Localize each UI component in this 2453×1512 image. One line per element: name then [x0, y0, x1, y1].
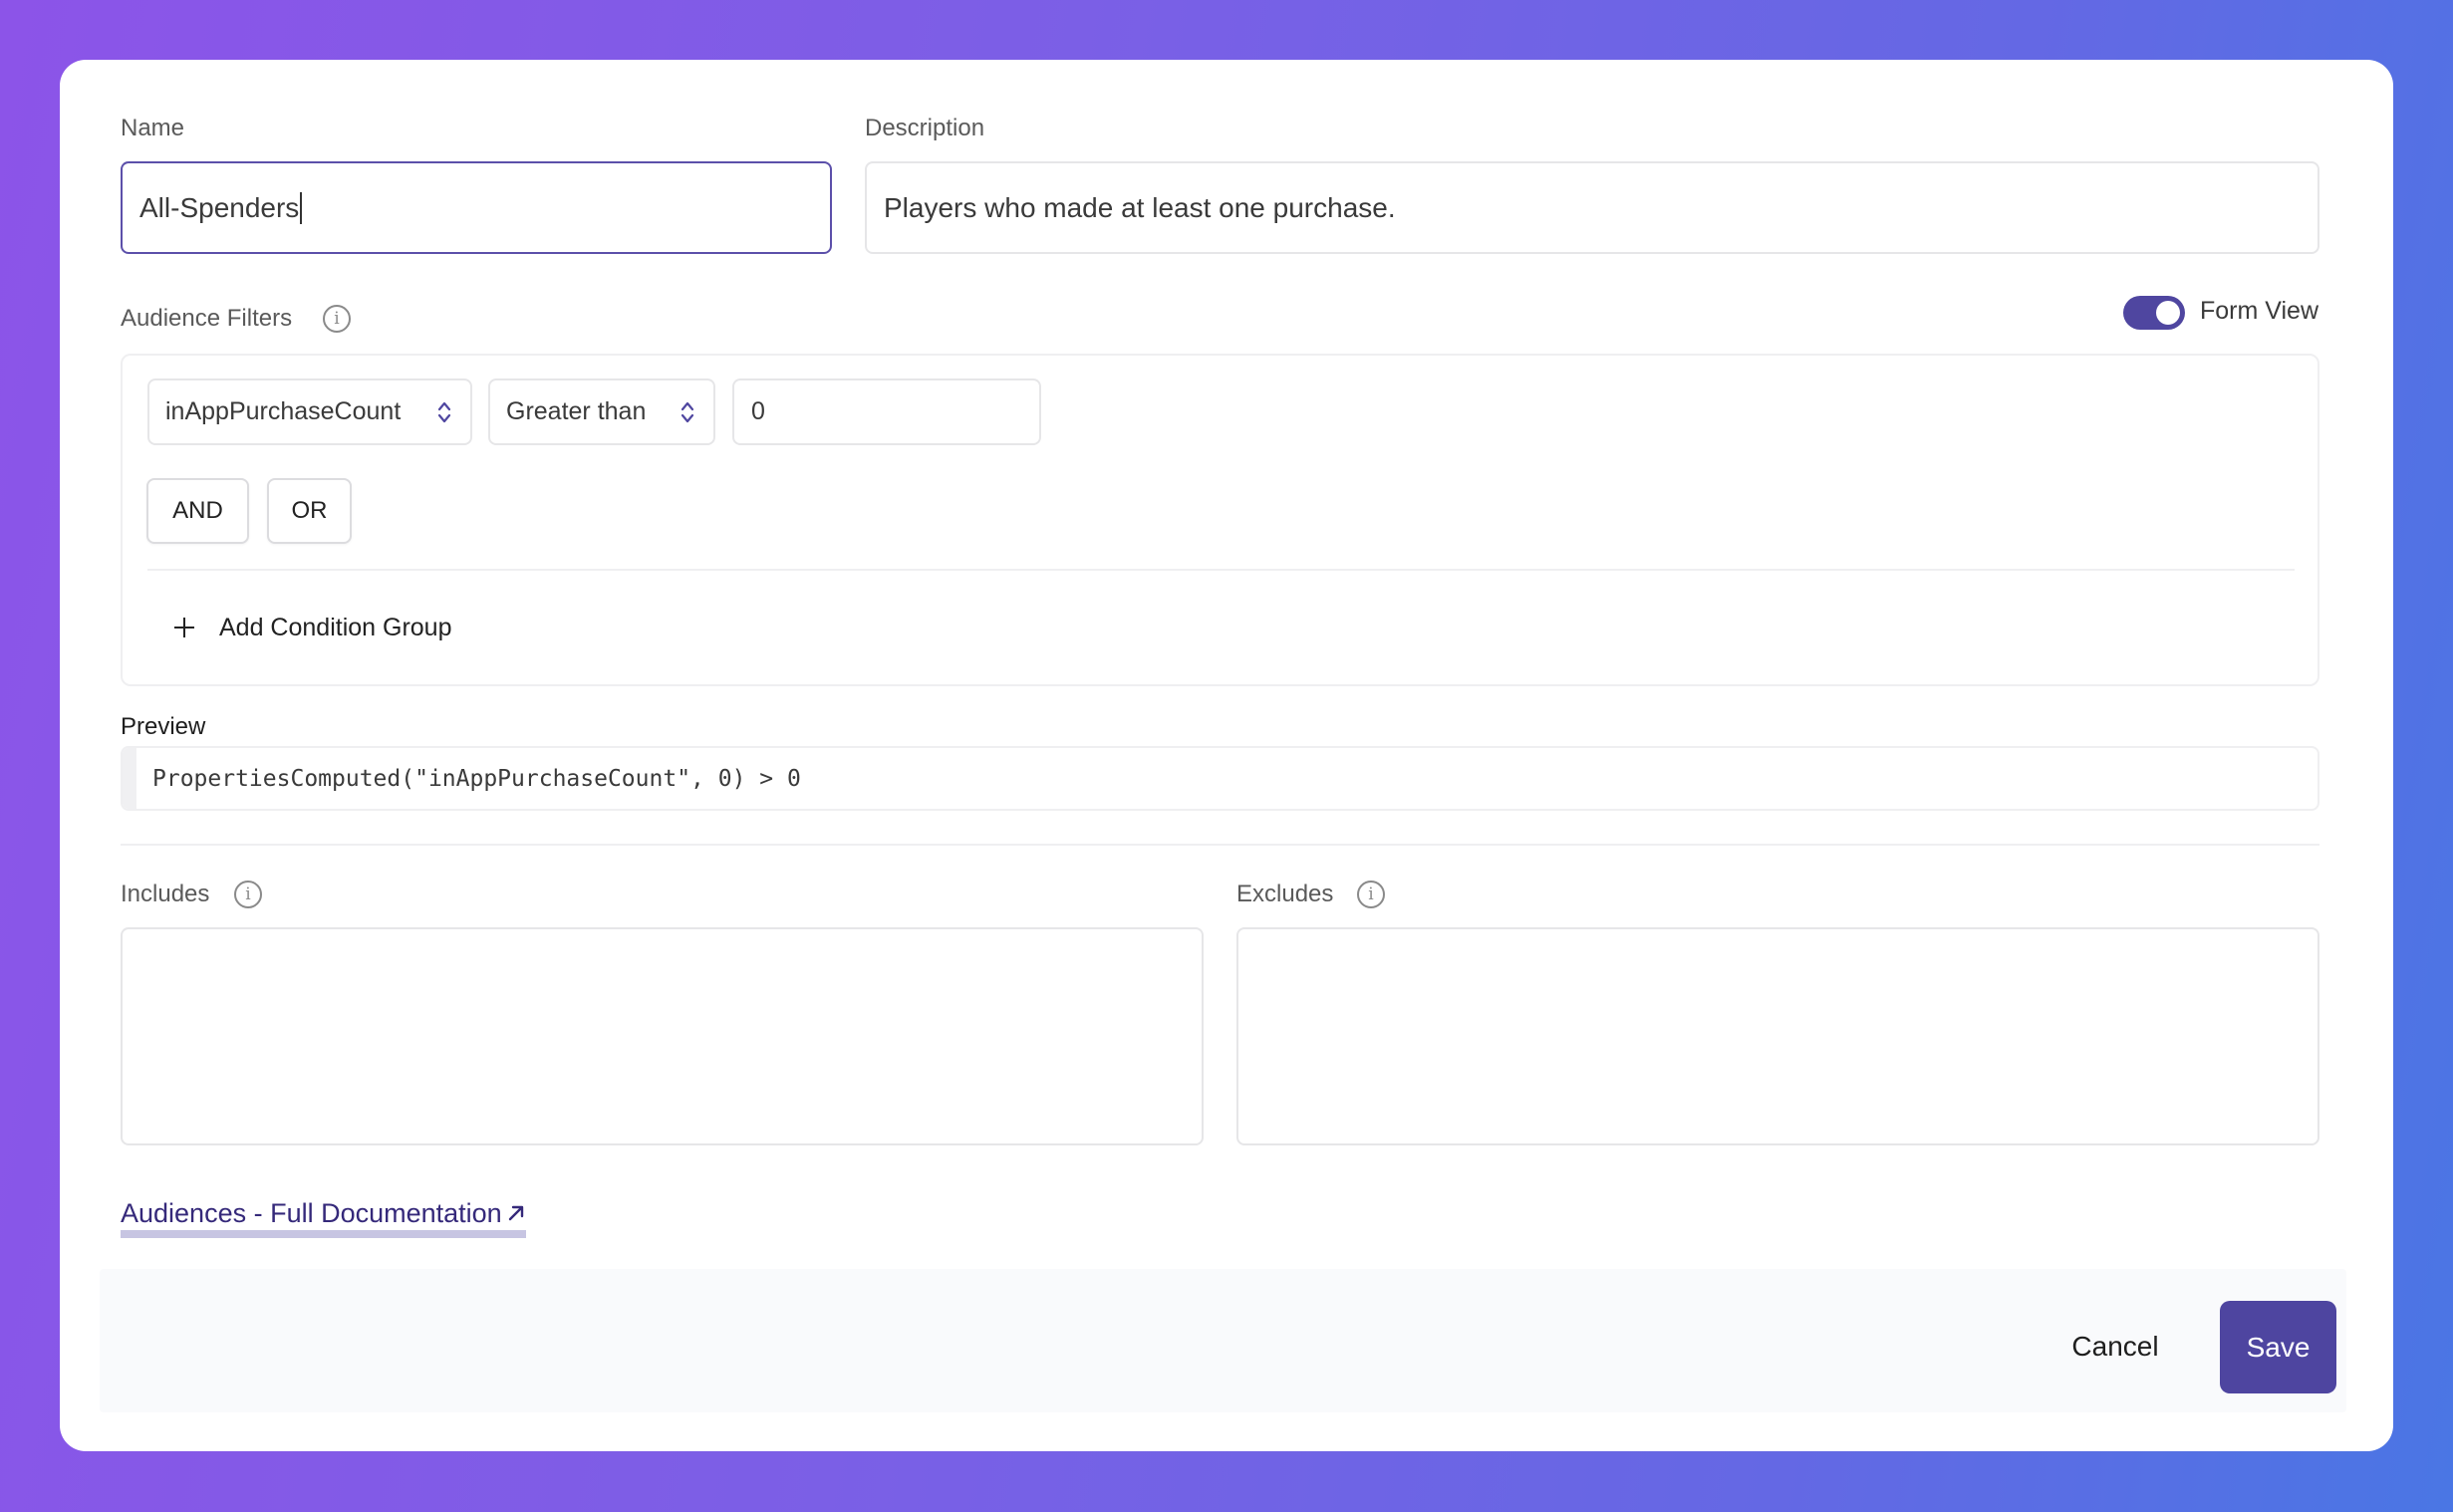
operator-select-value: Greater than [506, 397, 647, 425]
preview-accent-bar [123, 748, 136, 809]
chevron-up-down-icon [681, 401, 694, 422]
info-icon[interactable]: i [234, 881, 262, 908]
cancel-button[interactable]: Cancel [2052, 1317, 2178, 1377]
includes-label: Includes [121, 881, 210, 907]
text-caret [300, 191, 303, 224]
section-divider [121, 844, 2319, 846]
name-input[interactable]: All-Spenders [121, 161, 832, 254]
add-condition-group-label: Add Condition Group [219, 613, 452, 641]
add-condition-group-button[interactable]: Add Condition Group [169, 610, 451, 645]
excludes-label: Excludes [1236, 881, 1334, 907]
documentation-link[interactable]: Audiences - Full Documentation [121, 1198, 526, 1238]
form-view-label: Form View [2200, 297, 2319, 325]
condition-value: 0 [751, 397, 765, 425]
preview-label: Preview [121, 713, 206, 740]
info-icon[interactable]: i [1357, 881, 1385, 908]
or-button[interactable]: OR [267, 478, 352, 544]
condition-value-input[interactable]: 0 [732, 378, 1041, 445]
form-view-toggle[interactable] [2123, 296, 2185, 330]
dialog-footer [100, 1269, 2346, 1412]
audience-filters-label: Audience Filters [121, 305, 293, 332]
includes-input[interactable] [121, 927, 1204, 1145]
chevron-up-down-icon [437, 401, 451, 422]
toggle-knob [2156, 301, 2180, 325]
name-input-value: All-Spenders [139, 191, 300, 223]
external-link-arrow-icon [508, 1205, 523, 1221]
preview-code: PropertiesComputed("inAppPurchaseCount",… [152, 765, 801, 792]
excludes-input[interactable] [1236, 927, 2319, 1145]
description-input[interactable]: Players who made at least one purchase. [865, 161, 2319, 254]
info-icon[interactable]: i [323, 305, 351, 333]
documentation-link-label: Audiences - Full Documentation [121, 1198, 502, 1228]
property-select-value: inAppPurchaseCount [165, 397, 402, 425]
property-select[interactable]: inAppPurchaseCount [147, 378, 472, 445]
operator-select[interactable]: Greater than [488, 378, 715, 445]
plus-icon [169, 613, 199, 642]
description-label: Description [865, 115, 985, 141]
save-button[interactable]: Save [2220, 1301, 2336, 1393]
description-input-value: Players who made at least one purchase. [884, 191, 1396, 223]
and-button[interactable]: AND [146, 478, 249, 544]
preview-box: PropertiesComputed("inAppPurchaseCount",… [121, 746, 2319, 811]
filter-divider [147, 569, 2295, 571]
name-label: Name [121, 115, 185, 141]
